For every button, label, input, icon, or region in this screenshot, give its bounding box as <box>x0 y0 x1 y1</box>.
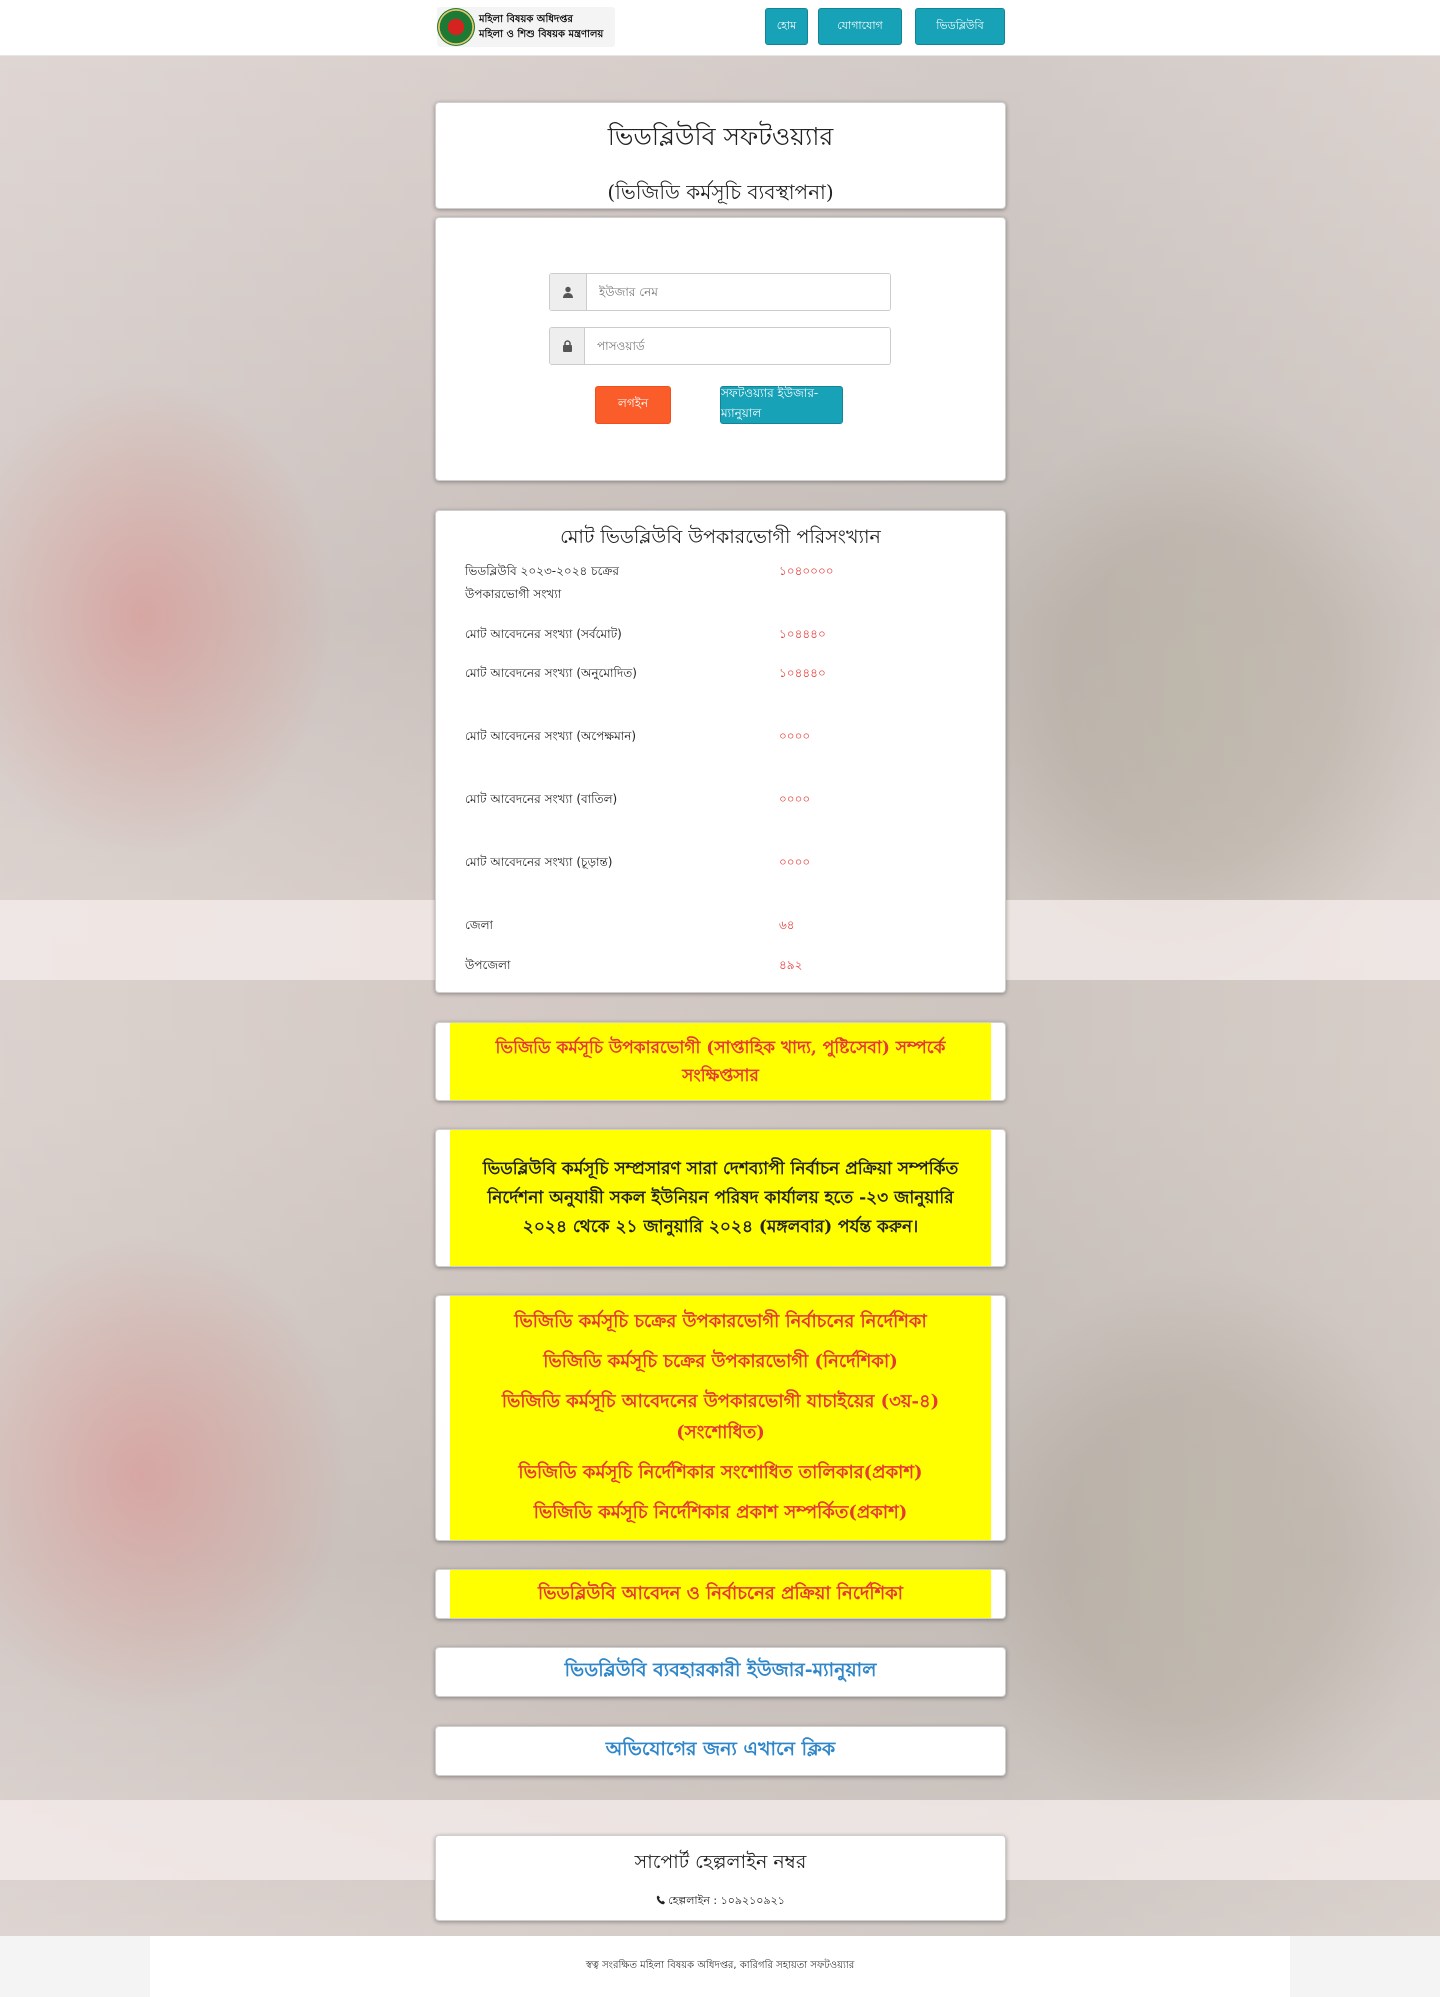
notice-panel: ভিডব্লিউবি কর্মসূচি সম্প্রসারণ সারা দেশব… <box>435 1129 1006 1267</box>
government-emblem-icon <box>437 8 475 46</box>
nav-vwb-button[interactable]: ভিডব্লিউবি <box>915 8 1005 45</box>
notice-link[interactable]: ভিজিডি কর্মসূচি নির্দেশিকার সংশোধিত তালি… <box>518 1458 922 1489</box>
notice-text: ভিডব্লিউবি কর্মসূচি সম্প্রসারণ সারা দেশব… <box>482 1158 959 1237</box>
footer: স্বত্ব সংরক্ষিত মহিলা বিষয়ক অধিদপ্তর, ক… <box>0 1936 1440 1997</box>
stat-value: ১০৪৪৪০ <box>779 627 826 641</box>
stat-value: ১০৪০০০০ <box>779 564 834 578</box>
notice-link[interactable]: ভিজিডি কর্মসূচি আবেদনের উপকারভোগী যাচাইয… <box>460 1387 981 1449</box>
stat-label: মোট আবেদনের সংখ্যা (সর্বমোট) <box>465 627 622 641</box>
stat-value: ৬৪ <box>779 918 795 932</box>
top-navbar: মহিলা বিষয়ক অধিদপ্তর মহিলা ও শিশু বিষয়… <box>0 0 1440 56</box>
notice-link[interactable]: ভিজিডি কর্মসূচি চক্রের উপকারভোগী (নির্দে… <box>543 1347 898 1378</box>
password-group <box>549 327 891 365</box>
notice-panel: ভিজিডি কর্মসূচি চক্রের উপকারভোগী নির্বাচ… <box>435 1295 1006 1541</box>
statistics-panel: মোট ভিডব্লিউবি উপকারভোগী পরিসংখ্যান ভিডব… <box>435 510 1006 993</box>
stat-label: মোট আবেদনের সংখ্যা (অনুমোদিত) <box>465 666 637 680</box>
user-icon <box>550 274 587 310</box>
page-subtitle: (ভিজিডি কর্মসূচি ব্যবস্থাপনা) <box>607 180 834 204</box>
title-panel: ভিডব্লিউবি সফটওয়্যার (ভিজিডি কর্মসূচি ব… <box>435 102 1006 209</box>
complaint-link-panel: অভিযোগের জন্য এখানে ক্লিক <box>435 1726 1006 1776</box>
nav-home-button[interactable]: হোম <box>765 8 808 45</box>
helpdesk-panel: সাপোর্ট হেল্পলাইন নম্বর হেল্পলাইন : ১০৯২… <box>435 1835 1006 1921</box>
notice-link[interactable]: ভিজিডি কর্মসূচি নির্দেশিকার প্রকাশ সম্পর… <box>534 1498 908 1529</box>
stat-label: মোট আবেদনের সংখ্যা (চূড়ান্ত) <box>465 855 613 869</box>
stat-value: ০০০০ <box>779 855 811 869</box>
notice-link[interactable]: ভিজিডি কর্মসূচি উপকারভোগী (সাপ্তাহিক খাদ… <box>470 1034 971 1090</box>
stat-value: ১০৪৪৪০ <box>779 666 826 680</box>
phone-icon <box>656 1895 666 1908</box>
user-manual-link[interactable]: ভিডব্লিউবি ব্যবহারকারী ইউজার-ম্যানুয়াল <box>565 1656 877 1688</box>
logo-line-1: মহিলা বিষয়ক অধিদপ্তর <box>479 14 573 25</box>
statistics-title: মোট ভিডব্লিউবি উপকারভোগী পরিসংখ্যান <box>560 526 881 548</box>
stat-value: ০০০০ <box>779 729 811 743</box>
stat-label: জেলা <box>465 918 494 932</box>
nav-contact-button[interactable]: যোগাযোগ <box>818 8 902 45</box>
lock-icon <box>550 328 585 364</box>
site-logo[interactable]: মহিলা বিষয়ক অধিদপ্তর মহিলা ও শিশু বিষয়… <box>437 7 615 47</box>
complaint-link[interactable]: অভিযোগের জন্য এখানে ক্লিক <box>606 1735 835 1767</box>
login-panel: লগইন সফটওয়্যার ইউজার-ম্যানুয়াল <box>435 217 1006 481</box>
stat-value: ০০০০ <box>779 792 811 806</box>
stat-label: ভিডব্লিউবি ২০২৩-২০২৪ চক্রের উপকারভোগী সং… <box>465 564 620 601</box>
helpline-number: হেল্পলাইন : ১০৯২১০৯২১ <box>668 1894 785 1907</box>
password-input[interactable] <box>585 328 890 364</box>
notice-link[interactable]: ভিডব্লিউবি আবেদন ও নির্বাচনের প্রক্রিয়া… <box>538 1579 903 1610</box>
notice-link[interactable]: ভিজিডি কর্মসূচি চক্রের উপকারভোগী নির্বাচ… <box>514 1307 926 1338</box>
login-button[interactable]: লগইন <box>595 386 671 424</box>
logo-line-2: মহিলা ও শিশু বিষয়ক মন্ত্রণালয় <box>479 29 604 40</box>
page-title: ভিডব্লিউবি সফটওয়্যার <box>607 122 834 151</box>
stat-label: মোট আবেদনের সংখ্যা (বাতিল) <box>465 792 618 806</box>
helpdesk-title: সাপোর্ট হেল্পলাইন নম্বর <box>634 1851 807 1873</box>
manual-link-panel: ভিডব্লিউবি ব্যবহারকারী ইউজার-ম্যানুয়াল <box>435 1647 1006 1697</box>
notice-panel: ভিডব্লিউবি আবেদন ও নির্বাচনের প্রক্রিয়া… <box>435 1569 1006 1619</box>
stat-label: মোট আবেদনের সংখ্যা (অপেক্ষমান) <box>465 729 637 743</box>
user-manual-button[interactable]: সফটওয়্যার ইউজার-ম্যানুয়াল <box>720 386 843 424</box>
notice-panel: ভিজিডি কর্মসূচি উপকারভোগী (সাপ্তাহিক খাদ… <box>435 1022 1006 1101</box>
username-input[interactable] <box>587 274 890 310</box>
stat-value: ৪৯২ <box>779 958 803 972</box>
footer-text: স্বত্ব সংরক্ষিত মহিলা বিষয়ক অধিদপ্তর, ক… <box>585 1960 855 1971</box>
username-group <box>549 273 891 311</box>
stat-label: উপজেলা <box>465 958 511 972</box>
